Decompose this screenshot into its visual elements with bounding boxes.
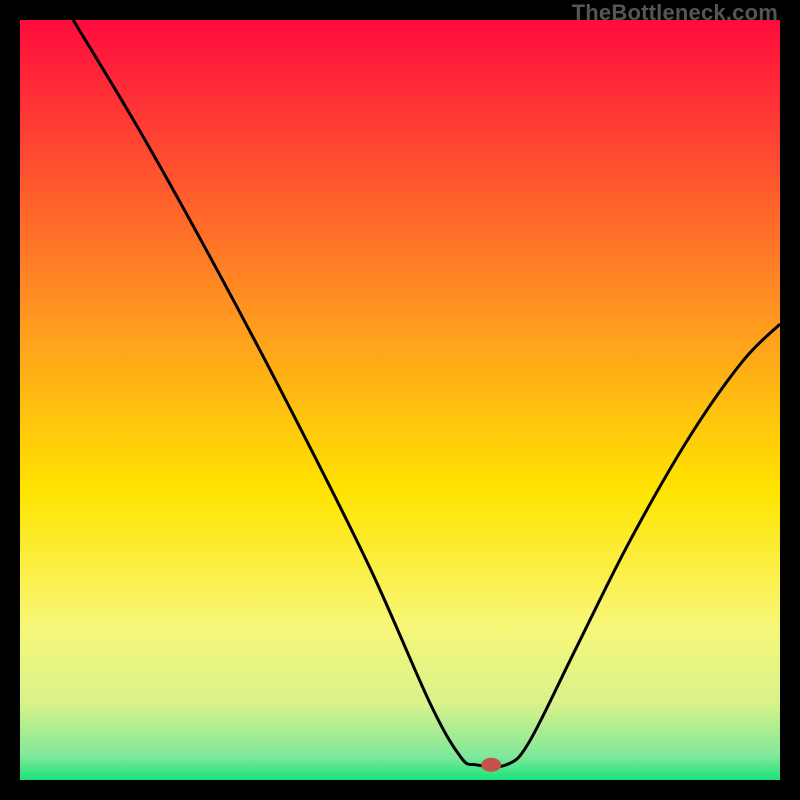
chart-svg	[20, 20, 780, 780]
chart-background	[20, 20, 780, 780]
optimal-point-marker	[481, 758, 501, 772]
chart-plot-area	[20, 20, 780, 780]
